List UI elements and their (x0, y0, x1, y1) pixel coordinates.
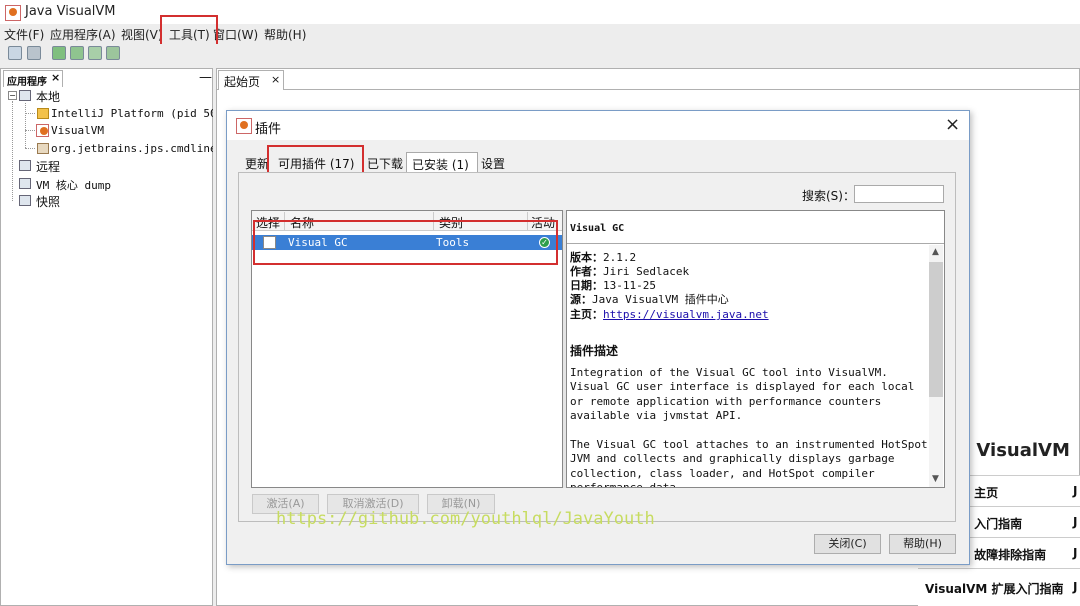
menu-file[interactable]: 文件(F) (4, 26, 44, 43)
description-line: The Visual GC tool attaches to an instru… (570, 438, 928, 451)
tab-divider (216, 89, 1080, 90)
detail-source: 源：Java VisualVM 插件中心 (570, 291, 729, 307)
tree-vm-dump[interactable]: VM 核心 dump (36, 177, 111, 193)
tab-installed-label: 已安装 (1) (412, 158, 469, 172)
tab-downloaded-label: 已下载 (367, 157, 404, 171)
start-page-link-label: M 故障排除指南 (958, 548, 1047, 562)
description-line: Integration of the Visual GC tool into V… (570, 366, 888, 379)
description-line: collection, class loader, and HotSpot co… (570, 467, 875, 480)
tree-cmdline[interactable]: org.jetbrains.jps.cmdline. (51, 142, 213, 155)
menu-help[interactable]: 帮助(H) (264, 26, 306, 43)
watermark-text: https://github.com/youthlql/JavaYouth (276, 509, 655, 529)
application-snapshot-icon[interactable] (106, 46, 120, 60)
tree-remote[interactable]: 远程 (36, 158, 60, 175)
save-icon[interactable] (27, 46, 41, 60)
open-snapshot-icon[interactable] (8, 46, 22, 60)
thread-dump-icon[interactable] (70, 46, 84, 60)
intellij-icon (37, 108, 49, 119)
detail-homepage-label: 主页： (570, 308, 603, 321)
close-button[interactable]: 关闭(C) (814, 534, 881, 554)
help-button[interactable]: 帮助(H) (889, 534, 956, 554)
java-logo-icon (5, 5, 21, 21)
tab-updates-label: 更新 (245, 157, 270, 171)
tree-visualvm[interactable]: VisualVM (51, 124, 104, 137)
tree-local[interactable]: 本地 (36, 88, 60, 105)
description-line: or remote application with performance c… (570, 395, 882, 408)
detail-source-value: Java VisualVM 插件中心 (592, 293, 729, 306)
tab-installed[interactable]: 已安装 (1) (406, 152, 478, 172)
java-process-icon (37, 143, 49, 154)
tree-connector (12, 101, 13, 201)
highlight-available-plugins-tab (267, 145, 364, 175)
start-page-tab-label: 起始页 (224, 75, 261, 89)
description-line: available via jvmstat API. (570, 409, 743, 422)
start-page-link[interactable]: VisualVM 扩展入门指南 J (918, 568, 1080, 606)
start-page-link-suffix: J (1073, 580, 1078, 594)
scroll-down-icon[interactable]: ▼ (932, 474, 939, 484)
tree-snapshots[interactable]: 快照 (36, 193, 60, 210)
tab-settings[interactable]: 设置 (478, 152, 514, 172)
menu-window[interactable]: 窗口(W) (213, 26, 258, 43)
dialog-close-icon[interactable]: × (945, 114, 960, 135)
tree-connector (25, 130, 35, 131)
plugin-detail-name: Visual GC (570, 223, 625, 234)
dialog-java-logo-icon (236, 118, 252, 134)
applications-tab-close-icon[interactable]: × (51, 71, 60, 84)
applications-tab-label: 应用程序 (7, 77, 47, 88)
heap-dump-icon[interactable] (52, 46, 66, 60)
tree-connector (25, 148, 35, 149)
scroll-up-icon[interactable]: ▲ (932, 247, 939, 257)
tab-settings-label: 设置 (481, 157, 506, 171)
description-line: performance data. (570, 481, 683, 487)
start-page-link-suffix: J (1073, 484, 1078, 498)
local-host-icon (19, 90, 31, 101)
start-page-link-label: VisualVM 扩展入门指南 (925, 582, 1064, 596)
search-label: 搜索(S)： (802, 189, 855, 203)
homepage-link[interactable]: https://visualvm.java.net (603, 308, 769, 321)
tree-connector (25, 113, 35, 114)
tab-start-page[interactable]: 起始页 × (218, 70, 284, 90)
highlight-plugin-row (253, 220, 558, 265)
toolbar (0, 44, 1080, 64)
detail-source-label: 源： (570, 293, 592, 306)
collapse-local-icon[interactable]: − (8, 91, 17, 100)
tab-downloaded[interactable]: 已下载 (364, 152, 406, 172)
remote-host-icon (19, 160, 31, 171)
start-page-link-suffix: J (1073, 515, 1078, 529)
minimize-panel-button[interactable]: — (199, 70, 212, 85)
snapshots-icon (19, 195, 31, 206)
applications-tab[interactable]: 应用程序 × (3, 70, 63, 88)
tree-intellij[interactable]: IntelliJ Platform (pid 500 (51, 107, 213, 120)
dialog-title: 插件 (255, 122, 282, 137)
detail-scrollbar-thumb[interactable] (929, 262, 943, 397)
start-page-link-suffix: J (1073, 546, 1078, 560)
detail-description-title: 插件描述 (570, 344, 619, 358)
window-title: Java VisualVM (25, 4, 116, 19)
search-input[interactable] (854, 185, 944, 203)
menu-view[interactable]: 视图(V) (121, 26, 163, 43)
detail-homepage: 主页：https://visualvm.java.net (570, 306, 769, 322)
menu-application[interactable]: 应用程序(A) (50, 26, 116, 43)
description-line: Visual GC user interface is displayed fo… (570, 380, 915, 393)
visualvm-icon (36, 124, 49, 137)
tree-connector (25, 103, 26, 148)
start-page-tab-close-icon[interactable]: × (271, 73, 280, 86)
profiler-snapshot-icon[interactable] (88, 46, 102, 60)
description-line: JVM and collects and graphically display… (570, 452, 895, 465)
vm-coredump-icon (19, 178, 31, 189)
